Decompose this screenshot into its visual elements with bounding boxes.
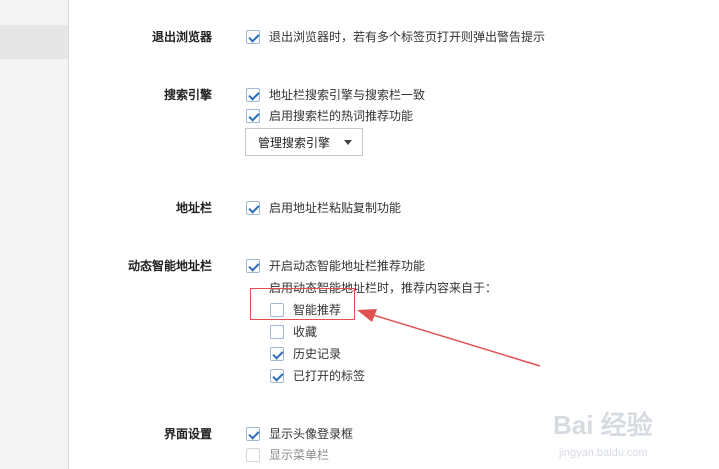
watermark-url: jingyan.baidu.com — [559, 447, 648, 459]
option-label: 启用搜索栏的热词推荐功能 — [269, 109, 414, 123]
checkbox-source-history[interactable] — [270, 346, 284, 361]
checkbox-avatar-login[interactable] — [246, 426, 260, 441]
arrow-head-icon — [357, 309, 377, 322]
dropdown-label: 管理搜索引擎 — [258, 135, 331, 150]
caret-down-icon — [344, 140, 352, 145]
arrow-shaft — [369, 313, 541, 367]
option-label: 已打开的标签 — [293, 369, 366, 383]
checkbox-smart-recommend[interactable] — [246, 258, 260, 273]
source-history[interactable]: 历史记录 — [270, 345, 341, 362]
option-hot-words[interactable]: 启用搜索栏的热词推荐功能 — [246, 107, 413, 124]
section-title-smart-address-bar: 动态智能地址栏 — [127, 259, 212, 273]
option-label: 收藏 — [293, 325, 318, 339]
checkbox-hot-words[interactable] — [246, 108, 260, 123]
section-title-address-bar: 地址栏 — [175, 201, 212, 215]
watermark-brand: Bai 经验 — [553, 410, 653, 440]
option-avatar-login[interactable]: 显示头像登录框 — [246, 425, 353, 442]
settings-sidebar — [0, 0, 69, 469]
section-title-interface: 界面设置 — [163, 427, 212, 441]
checkbox-warn-on-exit[interactable] — [246, 29, 260, 44]
source-open-tabs[interactable]: 已打开的标签 — [270, 367, 365, 384]
section-title-exit-browser: 退出浏览器 — [151, 30, 212, 44]
option-label: 退出浏览器时，若有多个标签页打开则弹出警告提示 — [269, 30, 546, 44]
option-label: 显示菜单栏 — [269, 448, 330, 462]
sidebar-item-active[interactable] — [0, 25, 68, 59]
option-smart-recommend[interactable]: 开启动态智能地址栏推荐功能 — [246, 257, 425, 274]
annotation-highlight-box — [250, 288, 355, 320]
option-label: 显示头像登录框 — [269, 427, 354, 441]
checkbox-sync-search-engine[interactable] — [246, 87, 260, 102]
checkbox-source-open-tabs[interactable] — [270, 368, 284, 383]
checkbox-paste-copy[interactable] — [246, 200, 260, 215]
checkbox-menu-bar[interactable] — [246, 447, 260, 462]
checkbox-source-favorites[interactable] — [270, 324, 284, 339]
source-favorites[interactable]: 收藏 — [270, 323, 317, 340]
manage-search-engines-dropdown[interactable]: 管理搜索引擎 — [245, 128, 363, 156]
option-label: 开启动态智能地址栏推荐功能 — [269, 259, 426, 273]
option-label: 地址栏搜索引擎与搜索栏一致 — [269, 88, 426, 102]
section-title-search-engine: 搜索引擎 — [163, 88, 212, 102]
option-label: 启用地址栏粘贴复制功能 — [269, 201, 402, 215]
option-sync-search-engine[interactable]: 地址栏搜索引擎与搜索栏一致 — [246, 86, 425, 103]
option-warn-on-exit[interactable]: 退出浏览器时，若有多个标签页打开则弹出警告提示 — [246, 28, 545, 45]
annotation-arrow — [357, 309, 541, 367]
option-menu-bar[interactable]: 显示菜单栏 — [246, 446, 329, 463]
baidu-jingyan-watermark: Bai 经验 jingyan.baidu.com — [545, 405, 715, 467]
option-paste-copy[interactable]: 启用地址栏粘贴复制功能 — [246, 199, 401, 216]
option-label: 历史记录 — [293, 347, 342, 361]
